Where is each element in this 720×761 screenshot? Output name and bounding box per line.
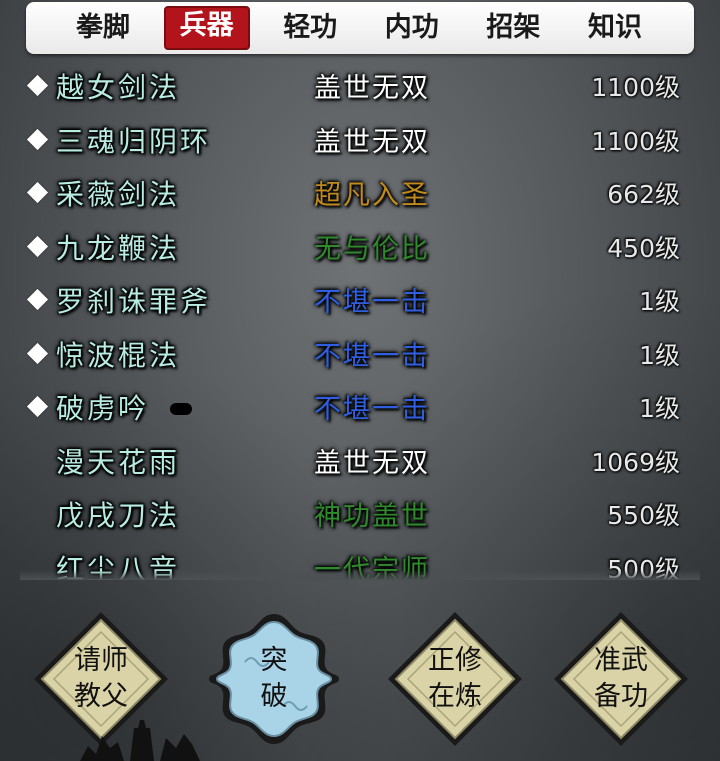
skill-name: 越女剑法	[56, 71, 181, 104]
skill-grade: 一代宗师	[314, 554, 430, 581]
skill-grade: 盖世无双	[314, 126, 430, 158]
tab-lightness[interactable]: 轻功	[269, 8, 351, 48]
skill-level: 1100级	[591, 126, 680, 156]
skill-name: 罗刹诛罪斧	[56, 285, 212, 318]
skill-row[interactable]: 破虏吟 不堪一击 1级	[20, 383, 700, 437]
equipped-diamond-icon	[26, 342, 49, 364]
button-label-line1: 请师	[74, 645, 128, 676]
equipped-diamond-icon	[26, 74, 49, 97]
skill-row[interactable]: 戊戌刀法 神功盖世 550级	[20, 490, 700, 544]
prepare-skill-button[interactable]: 准武 备功	[552, 610, 690, 748]
skill-row[interactable]: 采薇剑法 超凡入圣 662级	[20, 169, 700, 223]
skill-row[interactable]: 漫天花雨 盖世无双 1069级	[20, 437, 700, 491]
skill-grade: 无与伦比	[314, 233, 430, 265]
skill-row[interactable]: 三魂归阴环 盖世无双 1100级	[20, 116, 700, 170]
pavilion-silhouette-icon	[80, 720, 200, 761]
skill-grade: 盖世无双	[314, 447, 430, 479]
equipped-diamond-icon	[26, 181, 49, 204]
skill-name: 三魂归阴环	[56, 124, 212, 158]
skill-level: 1级	[639, 340, 680, 370]
button-label-line2: 备功	[594, 681, 648, 712]
equipped-diamond-icon	[26, 288, 49, 311]
skill-level: 550级	[607, 501, 680, 530]
category-tab-bar: 拳脚 兵器 轻功 内功 招架 知识	[26, 2, 694, 54]
skill-grade: 不堪一击	[314, 340, 430, 372]
equipped-diamond-icon	[26, 235, 49, 257]
skill-row[interactable]: 九龙鞭法 无与伦比 450级	[20, 223, 700, 277]
tab-knowledge[interactable]: 知识	[574, 8, 656, 48]
skill-grade: 不堪一击	[314, 287, 430, 318]
skill-name: 九龙鞭法	[56, 231, 181, 265]
button-label-line1: 突	[260, 645, 288, 676]
skill-name: 惊波棍法	[56, 338, 181, 372]
tab-weapon[interactable]: 兵器	[163, 6, 250, 50]
button-label-line2: 破	[260, 681, 288, 712]
skill-name: 破虏吟	[56, 392, 150, 425]
button-label-line2: 在炼	[428, 681, 482, 712]
brush-stroke-decoration	[170, 403, 192, 415]
tab-inner-skill[interactable]: 内功	[371, 8, 453, 48]
equipped-diamond-icon	[26, 395, 49, 418]
skill-row[interactable]: 红尘八音 一代宗师 500级	[20, 544, 700, 581]
button-label-line2: 教父	[74, 681, 128, 712]
skill-row[interactable]: 罗刹诛罪斧 不堪一击 1级	[20, 276, 700, 330]
skill-name: 戊戌刀法	[56, 499, 181, 532]
skill-grade: 盖世无双	[314, 73, 430, 104]
skill-name: 采薇剑法	[56, 178, 181, 211]
skill-row[interactable]: 越女剑法 盖世无双 1100级	[20, 62, 700, 116]
skill-level: 662级	[607, 180, 680, 209]
skill-level: 1级	[639, 287, 680, 316]
skill-level: 1069级	[591, 447, 680, 477]
skill-name: 红尘八音	[56, 552, 181, 581]
skill-level: 500级	[607, 554, 680, 581]
skill-row[interactable]: 惊波棍法 不堪一击 1级	[20, 330, 700, 384]
breakthrough-button[interactable]: 突 破	[205, 610, 343, 748]
skill-level: 450级	[607, 233, 680, 263]
skill-level: 1级	[639, 394, 680, 423]
skill-list[interactable]: 越女剑法 盖世无双 1100级 三魂归阴环 盖世无双 1100级 采薇剑法 超凡…	[20, 62, 700, 580]
skill-name: 漫天花雨	[56, 445, 181, 479]
skill-grade: 超凡入圣	[314, 180, 430, 211]
equipped-diamond-icon	[26, 128, 49, 150]
skill-level: 1100级	[591, 73, 680, 102]
skill-grade: 不堪一击	[314, 394, 430, 425]
training-button[interactable]: 正修 在炼	[386, 610, 524, 748]
tab-parry[interactable]: 招架	[472, 8, 554, 48]
tab-fist[interactable]: 拳脚	[62, 8, 144, 48]
button-label-line1: 准武	[594, 645, 648, 676]
button-label-line1: 正修	[428, 645, 482, 676]
skill-grade: 神功盖世	[314, 501, 430, 532]
